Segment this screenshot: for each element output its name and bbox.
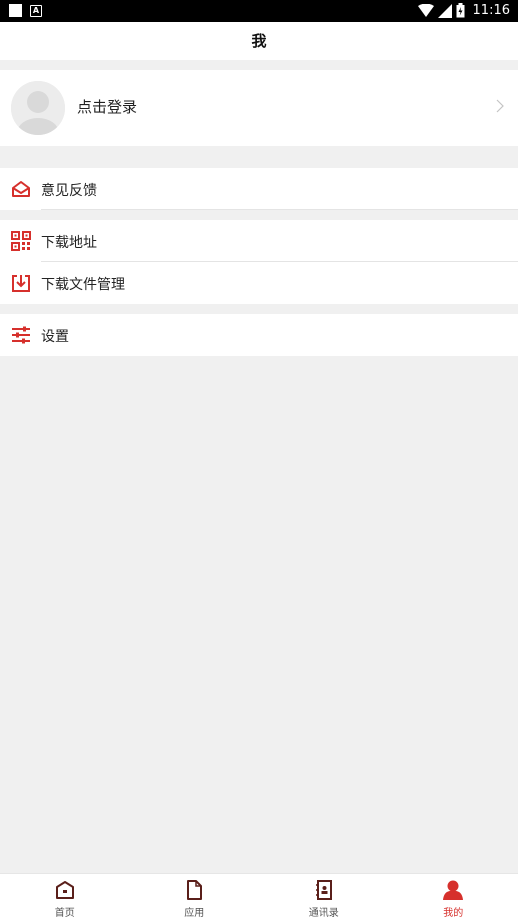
qr-code-icon	[11, 231, 31, 251]
divider	[41, 209, 518, 210]
tab-mine[interactable]: 我的	[389, 874, 518, 920]
app-notification-icon: A	[30, 4, 42, 17]
sliders-icon	[12, 326, 30, 344]
clock: 11:16	[472, 3, 510, 18]
feedback-item[interactable]: 意见反馈	[0, 168, 518, 210]
notification-icon	[9, 4, 22, 17]
tab-home-label: 首页	[54, 908, 75, 919]
settings-label: 设置	[41, 329, 69, 345]
tab-home[interactable]: 首页	[0, 874, 130, 920]
login-label: 点击登录	[77, 98, 138, 116]
person-icon	[443, 880, 464, 900]
document-icon	[187, 880, 203, 900]
battery-icon	[456, 3, 465, 18]
download-manager-label: 下载文件管理	[41, 277, 125, 293]
download-manager-item[interactable]: 下载文件管理	[0, 262, 518, 304]
login-row[interactable]: 点击登录	[0, 70, 518, 146]
settings-section: 设置	[0, 314, 518, 356]
tab-mine-label: 我的	[443, 908, 464, 919]
title-bar: 我	[0, 22, 518, 60]
chevron-right-icon	[496, 99, 504, 113]
tab-apps-label: 应用	[184, 908, 205, 919]
tab-contacts[interactable]: 通讯录	[259, 874, 389, 920]
wifi-icon	[417, 3, 434, 17]
download-tray-icon	[12, 275, 30, 292]
tab-apps[interactable]: 应用	[130, 874, 260, 920]
status-bar: A 11:16	[0, 0, 518, 22]
feedback-section: 意见反馈	[0, 168, 518, 210]
default-avatar-icon	[11, 81, 65, 135]
bottom-tab-bar: 首页 应用 通讯录 我的	[0, 873, 518, 920]
download-address-label: 下载地址	[41, 235, 97, 251]
contacts-icon	[315, 880, 332, 900]
tab-contacts-label: 通讯录	[308, 908, 339, 919]
download-address-item[interactable]: 下载地址	[0, 220, 518, 262]
home-icon	[55, 881, 74, 899]
page-title: 我	[251, 32, 267, 50]
settings-item[interactable]: 设置	[0, 314, 518, 356]
avatar	[11, 81, 65, 135]
envelope-open-icon	[12, 181, 30, 197]
signal-icon	[437, 3, 452, 18]
feedback-label: 意见反馈	[41, 183, 97, 199]
download-section: 下载地址 下载文件管理	[0, 220, 518, 304]
